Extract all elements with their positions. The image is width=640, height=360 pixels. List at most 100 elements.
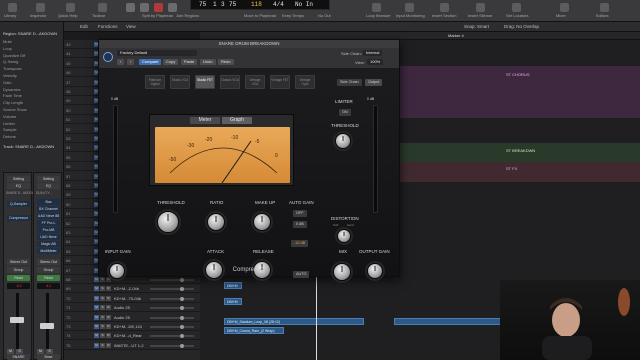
insert-section-icon[interactable] — [440, 3, 449, 12]
meter-tab[interactable]: Meter — [190, 117, 220, 124]
marker-fx[interactable]: ST FX — [506, 166, 517, 171]
track-mute-button[interactable]: M — [94, 277, 99, 282]
makeup-knob[interactable] — [253, 213, 271, 231]
snap-menu[interactable]: Snap: Smart — [464, 24, 489, 29]
output-button[interactable]: Output — [365, 79, 383, 86]
distortion-knob[interactable] — [337, 229, 351, 243]
track-name[interactable]: Audio 25 — [114, 315, 130, 320]
next-preset-icon[interactable]: › — [127, 59, 135, 65]
inspector-param[interactable]: Loop — [3, 46, 12, 51]
track-row[interactable]: 73 M S R KD+M...DE,124 — [64, 322, 200, 331]
track-record-button[interactable]: R — [106, 324, 111, 329]
track-record-button[interactable]: R — [106, 305, 111, 311]
limiter-on-button[interactable]: ON — [339, 109, 351, 116]
track-row[interactable]: 71 M S R Audio 25 — [64, 303, 200, 313]
compressor-model-button[interactable]: Vintage FET — [270, 75, 290, 89]
threshold-knob[interactable] — [157, 211, 179, 233]
track-mute-button[interactable]: M — [94, 286, 99, 292]
loop-browser-icon[interactable] — [372, 3, 381, 12]
track-name[interactable]: WASTE...UT 1-2 — [114, 343, 144, 348]
plugin-title[interactable]: SNARE DRUM BREAKDOWN — [99, 40, 399, 48]
instrument-slot[interactable]: Q-Sampler — [7, 201, 30, 207]
paste-button[interactable]: Paste — [181, 59, 198, 65]
track-row[interactable]: 74 M S R KD+M...d_Rear — [64, 331, 200, 341]
editors-icon[interactable] — [600, 3, 609, 12]
track-row[interactable]: 69 M S R KD+M...Z-04b — [64, 284, 200, 294]
eq-button[interactable]: EQ — [37, 183, 60, 189]
compressor-model-button[interactable]: Vintage Opto — [295, 75, 315, 89]
inspector-param[interactable]: Source Show — [3, 107, 27, 112]
track-solo-button[interactable]: S — [100, 305, 105, 311]
insert-silence-icon[interactable] — [476, 3, 485, 12]
setting-button[interactable]: Setting — [7, 176, 30, 182]
auto-gain-0db[interactable]: 0 dB — [293, 221, 307, 228]
record-icon[interactable] — [154, 3, 163, 12]
input-monitoring-icon[interactable] — [405, 3, 414, 12]
track-name[interactable]: Audio 25 — [114, 305, 130, 310]
track-volume-slider[interactable] — [150, 278, 194, 282]
track-record-button[interactable]: R — [106, 333, 111, 339]
track-mute-button[interactable]: M — [94, 333, 99, 339]
track-solo-button[interactable]: S — [100, 286, 105, 292]
insert-slot[interactable]: Pro-MB — [37, 227, 60, 233]
play-icon[interactable] — [126, 3, 135, 12]
track-volume-slider[interactable] — [150, 315, 194, 320]
output-slot[interactable]: Stereo Out — [7, 259, 30, 265]
track-solo-button[interactable]: S — [100, 277, 105, 282]
inspector-param[interactable]: Fade Time — [3, 93, 22, 98]
track-row[interactable]: 75 M S R WASTE...UT 1-2 — [64, 341, 200, 350]
copy-button[interactable]: Copy — [163, 59, 179, 65]
edit-menu[interactable]: Edit — [80, 24, 88, 29]
marker-chorus[interactable]: ST CHORUS — [506, 72, 529, 77]
track-record-button[interactable]: R — [106, 342, 111, 348]
inspector-param[interactable]: Velocity — [3, 73, 17, 78]
compressor-model-button[interactable]: Vintage VCA — [245, 75, 265, 89]
redo-button[interactable]: Redo — [218, 59, 234, 65]
join-label[interactable]: Join Regions — [176, 13, 199, 18]
side-chain-menu[interactable]: Internal — [363, 50, 383, 56]
inspector-param[interactable]: Detune — [3, 134, 16, 139]
region-title[interactable]: Region: SNARE D...AKDOWN — [3, 31, 57, 36]
prev-preset-icon[interactable]: ‹ — [117, 59, 125, 65]
track-solo-button[interactable]: S — [100, 295, 105, 301]
track-row[interactable]: 72 M S R Audio 25 — [64, 313, 200, 322]
cycle-icon[interactable] — [168, 3, 177, 12]
compressor-model-button[interactable]: Platinum Digital — [145, 75, 165, 89]
track-title[interactable]: Track: SNARE D...AKDOWN — [3, 144, 54, 149]
marker-breakdown[interactable]: ST BREAKDWN — [506, 148, 535, 153]
insert-slot[interactable]: MultiMeter — [37, 248, 60, 254]
inspector-param[interactable]: Limiter — [3, 121, 15, 126]
track-record-button[interactable]: R — [106, 286, 111, 292]
track-mute-button[interactable]: M — [94, 314, 99, 320]
insert-slot[interactable]: BX Channel — [37, 206, 60, 212]
stop-icon[interactable] — [140, 3, 149, 12]
preset-menu[interactable]: Factory Default — [117, 50, 197, 56]
track-record-button[interactable]: R — [106, 277, 111, 282]
quick-help-icon[interactable] — [66, 3, 75, 12]
volume-fader-track[interactable] — [10, 293, 24, 353]
lcd-display[interactable]: 75 1 3 75 118 4/4 No In — [190, 0, 330, 10]
volume-fader[interactable] — [10, 317, 24, 323]
audio-region[interactable]: DBl+M_Crowd_Ram_(2 Wrap) — [224, 327, 284, 334]
compressor-model-button[interactable]: Studio VCA — [170, 75, 190, 89]
inspector-param[interactable]: Quantize Off — [3, 53, 25, 58]
graph-tab[interactable]: Graph — [222, 117, 252, 124]
audio-region[interactable]: DBl+M_Stadium_Loop_08 (28:12) — [224, 318, 364, 325]
compressor-model-button[interactable]: Classic VCA — [220, 75, 240, 89]
track-volume-slider[interactable] — [150, 343, 194, 348]
functions-menu[interactable]: Functions — [98, 24, 118, 29]
auto-gain-off[interactable]: OFF — [293, 210, 307, 217]
track-solo-button[interactable]: S — [100, 342, 105, 348]
audio-region[interactable] — [394, 318, 504, 325]
audio-region[interactable]: DBl+M — [224, 282, 242, 289]
view-menu[interactable]: View — [126, 24, 136, 29]
track-mute-button[interactable]: M — [94, 342, 99, 348]
limiter-threshold-knob[interactable] — [335, 133, 351, 149]
plugin-slot[interactable]: Compressor — [7, 215, 30, 221]
track-solo-button[interactable]: S — [100, 324, 105, 329]
marker-label[interactable]: Marker 4 — [448, 33, 464, 38]
side-chain-button[interactable]: Side Chain — [337, 79, 362, 86]
track-name[interactable]: KD+M...70-04b — [114, 296, 141, 301]
ratio-knob[interactable] — [207, 213, 225, 231]
track-name[interactable]: KD+M...d_Rear — [114, 333, 142, 338]
